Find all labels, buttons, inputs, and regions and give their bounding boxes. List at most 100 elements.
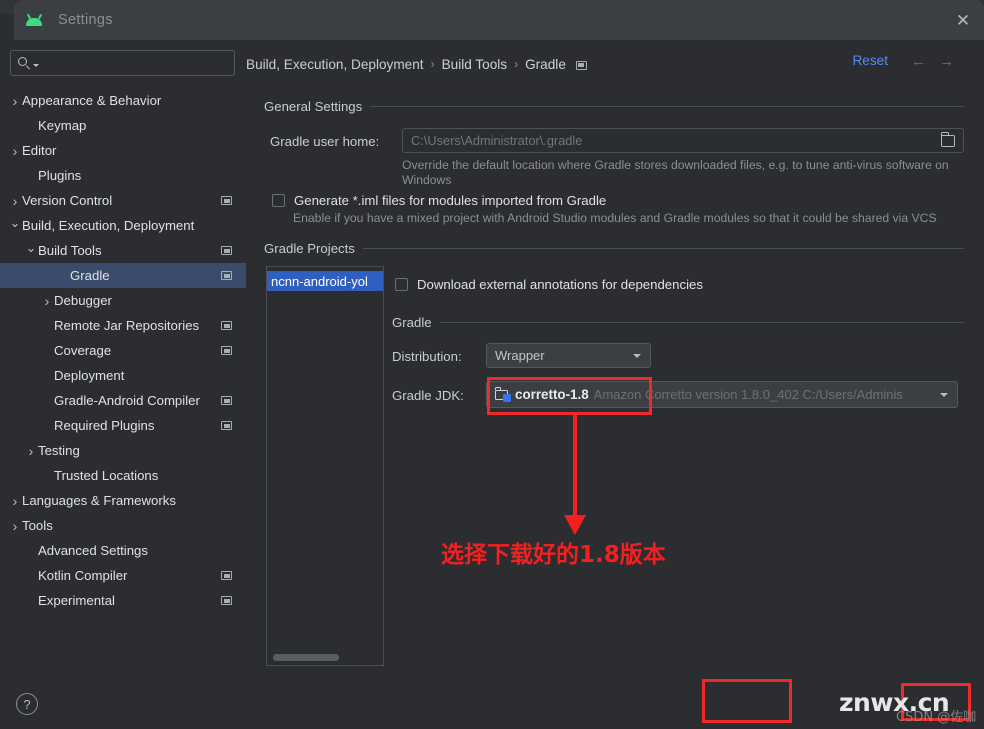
sidebar-item-version-control[interactable]: › Version Control [0,188,246,213]
settings-sync-badge-icon [221,596,232,605]
settings-sync-badge-icon [221,396,232,405]
sidebar-item-remote-jar-repositories[interactable]: Remote Jar Repositories [0,313,246,338]
sidebar-item-build-tools[interactable]: ⌄ Build Tools [0,238,246,263]
dialog-body: › Appearance & Behavior Keymap › Editor Plugi… [0,40,984,680]
sidebar-item-experimental[interactable]: Experimental [0,588,246,613]
sidebar-item-label: Editor [22,143,57,158]
settings-sync-badge-icon [575,60,587,70]
breadcrumb-part-1[interactable]: Build Tools [442,57,508,72]
chevron-right-icon[interactable]: › [24,443,38,459]
settings-sidebar: › Appearance & Behavior Keymap › Editor Plugi… [0,40,246,680]
settings-sync-badge-icon [221,271,232,280]
chevron-down-icon [940,392,948,397]
sidebar-item-label: Plugins [38,168,82,183]
sidebar-item-label: Version Control [22,193,113,208]
general-settings-section-header: General Settings [264,99,964,114]
android-droid-icon [24,13,44,27]
chevron-right-icon[interactable]: › [8,518,22,534]
sidebar-item-trusted-locations[interactable]: Trusted Locations [0,463,246,488]
settings-sync-badge-icon [221,421,232,430]
sidebar-item-gradle-android-compiler[interactable]: Gradle-Android Compiler [0,388,246,413]
breadcrumb-separator: › [514,57,519,71]
distribution-dropdown[interactable]: Wrapper [486,343,651,368]
dialog-footer: ? OK Cancel Apply [0,680,984,729]
sidebar-item-label: Build, Execution, Deployment [22,218,195,233]
settings-sync-badge-icon [221,321,232,330]
settings-content: Build, Execution, Deployment › Build Too… [246,40,984,680]
sidebar-item-advanced-settings[interactable]: Advanced Settings [0,538,246,563]
arrow-right-icon[interactable]: → [939,53,954,70]
chevron-right-icon[interactable]: › [8,193,22,209]
gradle-jdk-description: Amazon Corretto version 1.8.0_402 C:/Use… [593,387,903,402]
help-button[interactable]: ? [16,693,38,715]
sidebar-item-gradle[interactable]: Gradle [0,263,246,288]
reset-button[interactable]: Reset [852,53,888,68]
sidebar-item-plugins[interactable]: Plugins [0,163,246,188]
gradle-jdk-label: Gradle JDK: [392,388,464,403]
sidebar-item-label: Gradle-Android Compiler [54,393,200,408]
distribution-value: Wrapper [495,348,545,363]
jdk-folder-icon [495,387,511,402]
chevron-right-icon[interactable]: › [40,293,54,309]
download-annotations-checkbox[interactable] [395,278,408,291]
settings-dialog: Settings ✕ › Appearance & Behavior Keymap ›… [0,0,984,729]
folder-icon[interactable] [940,131,955,147]
sidebar-item-label: Gradle [70,268,110,283]
sidebar-item-label: Tools [22,518,53,533]
horizontal-scrollbar[interactable] [273,654,339,661]
gradle-subsection-title: Gradle [392,315,432,330]
settings-sync-badge-icon [221,196,232,205]
sidebar-item-label: Testing [38,443,80,458]
sidebar-item-keymap[interactable]: Keymap [0,113,246,138]
sidebar-item-label: Kotlin Compiler [38,568,128,583]
generate-iml-checkbox[interactable] [272,194,285,207]
sidebar-item-build-execution-deployment[interactable]: ⌄ Build, Execution, Deployment [0,213,246,238]
chevron-down-icon[interactable]: ⌄ [8,216,22,229]
chevron-down-icon [633,353,641,358]
dialog-title-bar: Settings ✕ [14,0,984,40]
sidebar-item-label: Remote Jar Repositories [54,318,200,333]
gradle-user-home-label: Gradle user home: [270,134,380,149]
gradle-projects-section-header: Gradle Projects [264,241,964,256]
sidebar-item-label: Appearance & Behavior [22,93,162,108]
distribution-label: Distribution: [392,349,462,364]
settings-tree: › Appearance & Behavior Keymap › Editor Plugi… [0,88,246,613]
sidebar-item-kotlin-compiler[interactable]: Kotlin Compiler [0,563,246,588]
generate-iml-checkbox-row[interactable]: Generate *.iml files for modules importe… [272,193,606,208]
download-annotations-checkbox-row[interactable]: Download external annotations for depend… [395,277,703,292]
search-box[interactable] [10,50,235,76]
generate-iml-hint: Enable if you have a mixed project with … [293,211,937,225]
sidebar-item-languages-frameworks[interactable]: › Languages & Frameworks [0,488,246,513]
list-item[interactable]: ncnn-android-yol [267,271,383,291]
sidebar-item-required-plugins[interactable]: Required Plugins [0,413,246,438]
sidebar-item-label: Languages & Frameworks [22,493,176,508]
section-divider [362,248,964,249]
sidebar-item-tools[interactable]: › Tools [0,513,246,538]
gradle-jdk-dropdown[interactable]: corretto-1.8 Amazon Corretto version 1.8… [486,381,958,408]
sidebar-item-appearance-behavior[interactable]: › Appearance & Behavior [0,88,246,113]
sidebar-item-label: Build Tools [38,243,102,258]
chevron-right-icon[interactable]: › [8,143,22,159]
section-divider [439,322,964,323]
settings-sync-badge-icon [221,571,232,580]
sidebar-item-coverage[interactable]: Coverage [0,338,246,363]
search-input[interactable] [39,56,234,70]
breadcrumb-part-2[interactable]: Gradle [525,57,566,72]
sidebar-item-label: Deployment [54,368,125,383]
close-icon[interactable]: ✕ [950,7,976,33]
gradle-project-list[interactable]: ncnn-android-yol [266,266,384,666]
chevron-right-icon[interactable]: › [8,93,22,109]
chevron-down-icon[interactable]: ⌄ [24,241,38,254]
sidebar-item-label: Keymap [38,118,87,133]
gradle-user-home-placeholder: C:\Users\Administrator\.gradle [411,133,583,148]
breadcrumb-part-0[interactable]: Build, Execution, Deployment [246,57,424,72]
sidebar-item-deployment[interactable]: Deployment [0,363,246,388]
gradle-jdk-value: corretto-1.8 [515,387,589,402]
arrow-left-icon[interactable]: ← [911,53,926,70]
sidebar-item-debugger[interactable]: › Debugger [0,288,246,313]
chevron-right-icon[interactable]: › [8,493,22,509]
sidebar-item-testing[interactable]: › Testing [0,438,246,463]
sidebar-item-editor[interactable]: › Editor [0,138,246,163]
search-icon [17,56,32,71]
gradle-user-home-input[interactable]: C:\Users\Administrator\.gradle [402,128,964,153]
